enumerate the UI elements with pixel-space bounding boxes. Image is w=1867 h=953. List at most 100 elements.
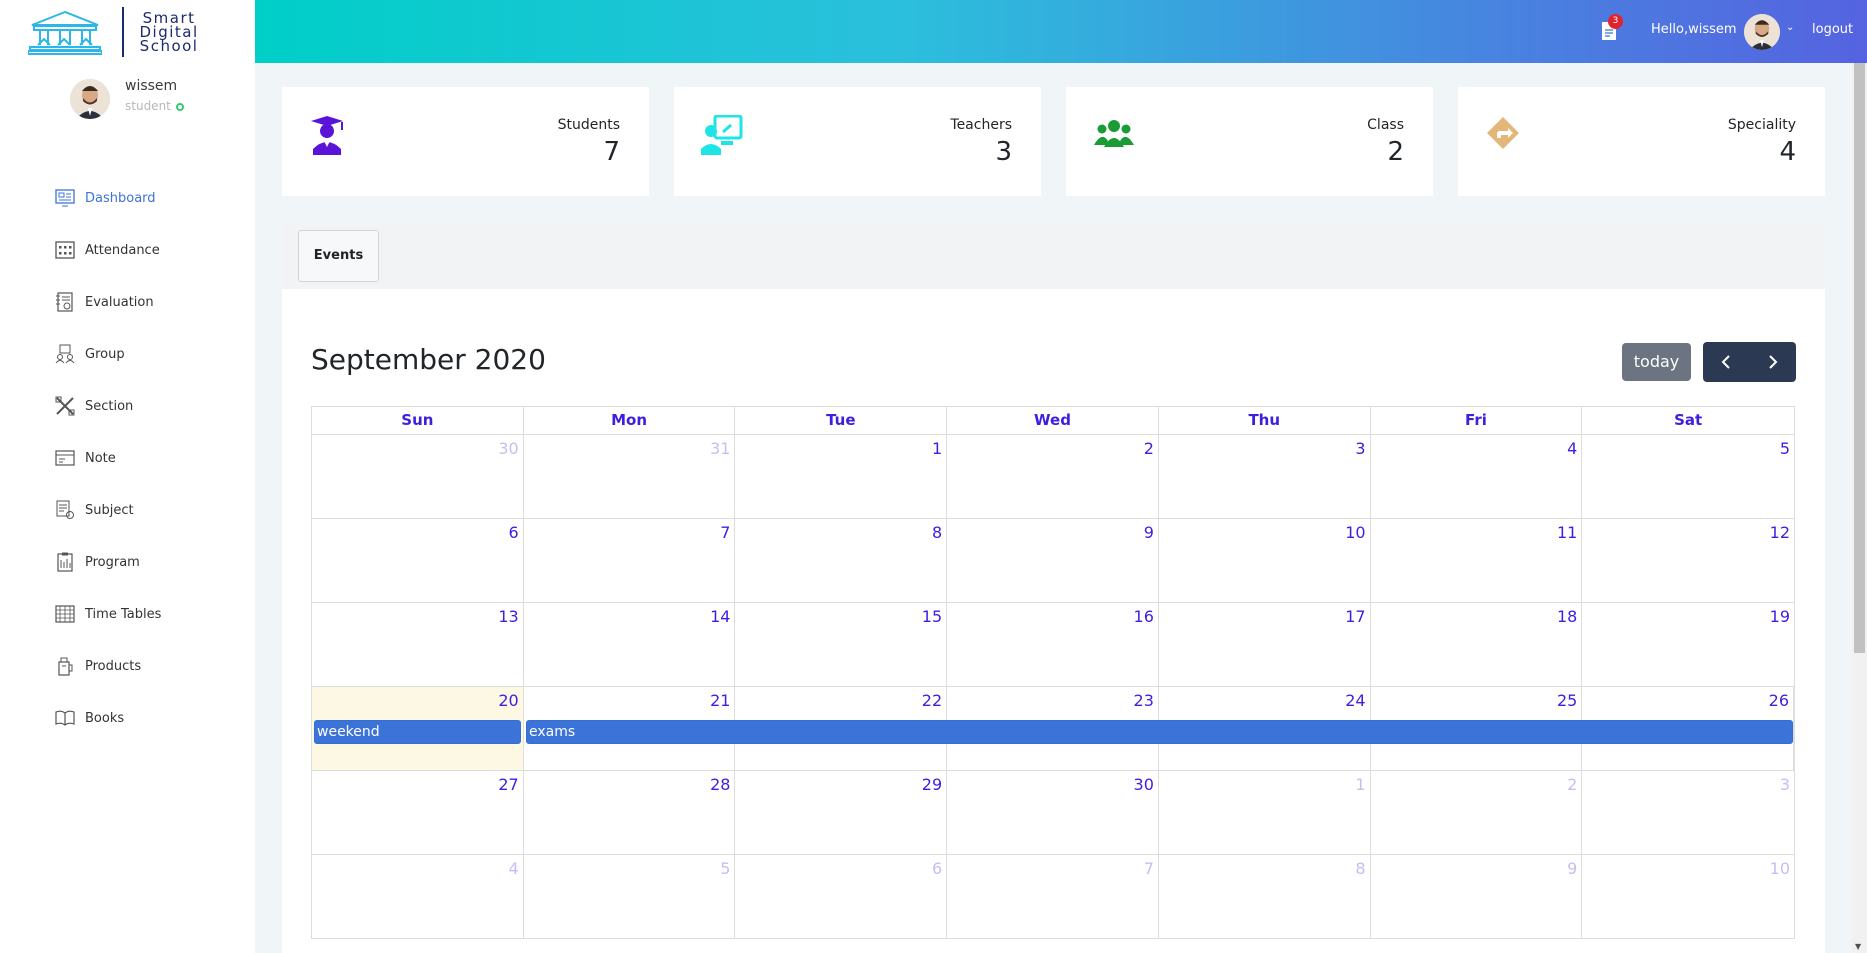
calendar-day[interactable]: 15	[735, 603, 948, 686]
calendar-day[interactable]: 4	[1371, 435, 1583, 518]
calendar-day[interactable]: 9	[947, 519, 1159, 602]
sidebar-item-section[interactable]: Section	[0, 380, 255, 432]
user-role: student	[125, 99, 184, 113]
calendar-day[interactable]: 1	[735, 435, 948, 518]
calendar-day[interactable]: 28	[524, 771, 736, 854]
brand-divider	[122, 6, 124, 57]
calendar-day[interactable]: 3	[1159, 435, 1371, 518]
calendar-day[interactable]: 10	[1582, 855, 1794, 938]
calendar-day[interactable]: 6	[735, 855, 948, 938]
day-number: 27	[498, 775, 519, 794]
sidebar-item-label: Program	[85, 554, 140, 570]
calendar-day[interactable]: 9	[1371, 855, 1583, 938]
calendar-day[interactable]: 7	[947, 855, 1159, 938]
sidebar-item-group[interactable]: Group	[0, 328, 255, 380]
event-exams[interactable]: exams	[526, 720, 1793, 744]
calendar-day[interactable]: 19	[1582, 603, 1794, 686]
day-number: 24	[1345, 691, 1366, 710]
weekday-label: Tue	[735, 407, 948, 434]
day-number: 25	[1556, 691, 1578, 710]
day-number: 8	[931, 523, 943, 542]
prev-month-button[interactable]	[1703, 342, 1750, 382]
weekday-label: Fri	[1371, 407, 1583, 434]
sidebar-item-time-tables[interactable]: Time Tables	[0, 588, 255, 640]
day-number: 1	[1355, 775, 1366, 794]
teacher-icon	[701, 115, 743, 155]
user-role-label: student	[125, 99, 171, 113]
scroll-down-icon[interactable]: ▼	[1855, 942, 1861, 951]
calendar-day[interactable]: 14	[524, 603, 736, 686]
chevron-left-icon	[1721, 355, 1730, 369]
sidebar-item-evaluation[interactable]: Evaluation	[0, 276, 255, 328]
tab-events[interactable]: Events	[298, 230, 379, 282]
calendar-day[interactable]: 11	[1371, 519, 1583, 602]
sidebar-item-attendance[interactable]: Attendance	[0, 224, 255, 276]
day-number: 2	[1567, 775, 1578, 794]
day-number: 8	[1355, 859, 1366, 878]
calendar-day[interactable]: 8	[735, 519, 948, 602]
calendar-grid-icon	[55, 240, 75, 260]
page-scrollbar[interactable]: ▼	[1852, 63, 1867, 953]
next-month-button[interactable]	[1750, 342, 1797, 382]
subject-icon	[55, 500, 75, 520]
calendar-day[interactable]: 10	[1159, 519, 1371, 602]
brand-name: Smart Digital School	[140, 10, 199, 53]
calendar-day[interactable]: 5	[524, 855, 736, 938]
day-number: 17	[1345, 607, 1366, 626]
graduate-icon	[311, 116, 343, 155]
calendar-day[interactable]: 30	[947, 771, 1159, 854]
chevron-right-icon	[1769, 355, 1778, 369]
calendar-day[interactable]: 29	[735, 771, 948, 854]
calendar-day[interactable]: 31	[524, 435, 736, 518]
calendar-day[interactable]: 1	[1159, 771, 1371, 854]
scrollbar-thumb[interactable]	[1854, 63, 1865, 653]
direction-sign-icon	[1487, 117, 1519, 149]
calendar-day[interactable]: 13	[312, 603, 524, 686]
sidebar-item-products[interactable]: Products	[0, 640, 255, 692]
calendar-nav	[1703, 342, 1796, 382]
calendar-day[interactable]: 16	[947, 603, 1159, 686]
day-number: 1	[931, 439, 943, 458]
day-number: 10	[1769, 859, 1791, 878]
calendar-day[interactable]: 18	[1371, 603, 1583, 686]
products-icon	[55, 656, 75, 676]
chevron-down-icon[interactable]: ⌄	[1786, 22, 1794, 33]
calendar-day[interactable]: 2	[1371, 771, 1583, 854]
weekday-label: Mon	[524, 407, 736, 434]
avatar[interactable]	[1744, 14, 1780, 50]
calendar-day[interactable]: 17	[1159, 603, 1371, 686]
calendar-day[interactable]: 27	[312, 771, 524, 854]
sidebar-item-books[interactable]: Books	[0, 692, 255, 744]
calendar-day[interactable]: 8	[1159, 855, 1371, 938]
brand[interactable]: Smart Digital School	[0, 0, 255, 63]
weekday-label: Thu	[1159, 407, 1371, 434]
sidebar-item-dashboard[interactable]: Dashboard	[0, 172, 255, 224]
calendar-day[interactable]: 4	[312, 855, 524, 938]
calendar-day[interactable]: 6	[312, 519, 524, 602]
day-number: 30	[1133, 775, 1154, 794]
calendar-day[interactable]: 3	[1582, 771, 1794, 854]
logout-link[interactable]: logout	[1812, 22, 1853, 37]
calendar-week: 4 5 6 7 8 9 10	[311, 855, 1795, 939]
calendar-day[interactable]: 7	[524, 519, 736, 602]
today-button[interactable]: today	[1622, 343, 1691, 381]
day-number: 7	[1143, 859, 1154, 878]
day-number: 6	[931, 859, 943, 878]
greeting: Hello,wissem	[1651, 22, 1737, 37]
stat-card-teachers: Teachers 3	[674, 87, 1041, 196]
sidebar-item-label: Section	[85, 398, 134, 414]
calendar-day[interactable]: 30	[312, 435, 524, 518]
sidebar-item-note[interactable]: Note	[0, 432, 255, 484]
stat-value: 7	[603, 137, 620, 167]
avatar[interactable]	[70, 79, 110, 119]
timetable-icon	[55, 604, 75, 624]
sidebar: Smart Digital School wissem student Dash…	[0, 0, 255, 953]
sidebar-item-program[interactable]: Program	[0, 536, 255, 588]
calendar-day[interactable]: 5	[1582, 435, 1794, 518]
day-number: 26	[1768, 691, 1790, 710]
day-number: 21	[710, 691, 731, 710]
event-weekend[interactable]: weekend	[314, 720, 521, 744]
calendar-day[interactable]: 12	[1582, 519, 1794, 602]
sidebar-item-subject[interactable]: Subject	[0, 484, 255, 536]
calendar-day[interactable]: 2	[947, 435, 1159, 518]
